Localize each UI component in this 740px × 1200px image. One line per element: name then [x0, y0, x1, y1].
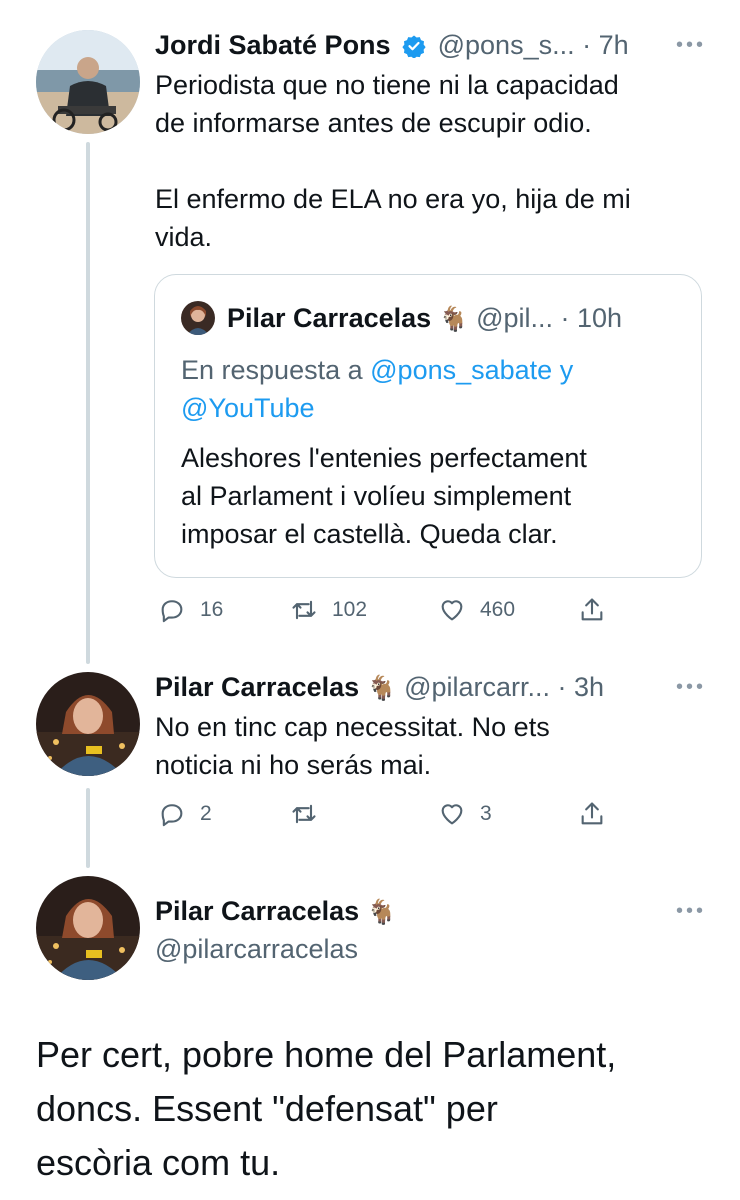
tweet1-text-line: Periodista que no tiene ni la capacidad	[155, 70, 619, 100]
retweet-button[interactable]: 102	[290, 596, 367, 624]
tweet1-text-line: vida.	[155, 222, 213, 252]
avatar-jordi[interactable]	[36, 30, 140, 134]
more-icon[interactable]: •••	[676, 900, 706, 923]
share-icon	[581, 598, 603, 621]
tweet1-handle[interactable]: @pons_s...	[438, 30, 575, 60]
like-count: 460	[480, 598, 516, 621]
quoted-tweet-card[interactable]: Pilar Carracelas 🐐 @pil... · 10h En resp…	[154, 274, 702, 578]
mention-link[interactable]: @YouTube	[181, 393, 315, 423]
more-icon[interactable]: •••	[676, 676, 706, 699]
reply-button[interactable]: 2	[158, 800, 212, 828]
retweet-icon	[292, 600, 316, 620]
reply-icon	[161, 804, 183, 827]
mention-link[interactable]: @pons_sabate	[370, 355, 552, 385]
reply-and: y	[559, 355, 574, 385]
quoted-text-line: al Parlament i volíeu simplement	[181, 481, 572, 511]
tweet3-text-line: doncs. Essent "defensat" per	[36, 1088, 498, 1129]
tweet3-text-line: escòria com tu.	[36, 1142, 281, 1183]
share-button[interactable]	[578, 800, 606, 828]
quoted-author-name: Pilar Carracelas	[227, 303, 432, 333]
like-button[interactable]: 460	[438, 596, 515, 624]
like-button[interactable]: 3	[438, 800, 492, 828]
heart-icon	[441, 804, 463, 825]
avatar-pilar[interactable]	[36, 876, 140, 980]
tweet1-header: Jordi Sabaté Pons @pons_s... · 7h	[155, 28, 629, 66]
goat-emoji-icon: 🐐	[366, 675, 397, 702]
reply-button[interactable]: 16	[158, 596, 223, 624]
tweet2-handle[interactable]: @pilarcarr...	[404, 672, 550, 702]
tweet1-text-line: El enfermo de ELA no era yo, hija de mi	[155, 184, 631, 214]
verified-badge-icon	[402, 32, 426, 66]
avatar-pilar[interactable]	[36, 672, 140, 776]
tweet1-text-line: de informarse antes de escupir odio.	[155, 108, 592, 138]
quoted-header: Pilar Carracelas 🐐 @pil... · 10h	[227, 301, 622, 337]
tweet1-author-name[interactable]: Jordi Sabaté Pons	[155, 30, 391, 60]
quoted-time: · 10h	[560, 303, 623, 333]
quoted-text-line: Aleshores l'entenies perfectament	[181, 443, 587, 473]
thread-line-2	[86, 788, 90, 868]
tweet2-text: No en tinc cap necessitat. No ets notici…	[155, 708, 550, 784]
share-button[interactable]	[578, 596, 606, 624]
retweet-button[interactable]	[290, 800, 318, 828]
heart-icon	[441, 600, 463, 621]
goat-emoji-icon: 🐐	[438, 306, 469, 333]
tweet2-time[interactable]: · 3h	[558, 672, 605, 702]
goat-emoji-icon: 🐐	[366, 899, 397, 926]
more-icon[interactable]: •••	[676, 34, 706, 57]
tweet2-author-name[interactable]: Pilar Carracelas	[155, 672, 359, 702]
tweet3-author-name[interactable]: Pilar Carracelas	[155, 896, 359, 926]
tweet3-header: Pilar Carracelas 🐐	[155, 894, 397, 930]
retweet-icon	[292, 804, 316, 824]
quoted-text-line: imposar el castellà. Queda clar.	[181, 519, 558, 549]
tweet1-time[interactable]: · 7h	[582, 30, 629, 60]
quoted-reply-context: En respuesta a @pons_sabate y @YouTube	[181, 351, 681, 427]
tweet2-header: Pilar Carracelas 🐐 @pilarcarr... · 3h	[155, 670, 604, 706]
tweet2-text-line: noticia ni ho serás mai.	[155, 750, 432, 780]
reply-icon	[161, 600, 183, 623]
quoted-avatar	[181, 301, 215, 335]
tweet3-text: Per cert, pobre home del Parlament, donc…	[36, 1028, 616, 1190]
tweet3-text-line: Per cert, pobre home del Parlament,	[36, 1034, 617, 1075]
like-count: 3	[480, 802, 492, 825]
quoted-text: Aleshores l'entenies perfectament al Par…	[181, 439, 587, 553]
share-icon	[581, 802, 603, 825]
tweet2-text-line: No en tinc cap necessitat. No ets	[155, 712, 550, 742]
thread-line-1	[86, 142, 90, 664]
quoted-handle: @pil...	[476, 303, 554, 333]
reply-count: 16	[200, 598, 224, 621]
reply-count: 2	[200, 802, 212, 825]
tweet3-handle[interactable]: @pilarcarracelas	[155, 932, 358, 966]
tweet1-text: Periodista que no tiene ni la capacidad …	[155, 66, 631, 256]
retweet-count: 102	[332, 598, 368, 621]
reply-prefix: En respuesta a	[181, 355, 363, 385]
